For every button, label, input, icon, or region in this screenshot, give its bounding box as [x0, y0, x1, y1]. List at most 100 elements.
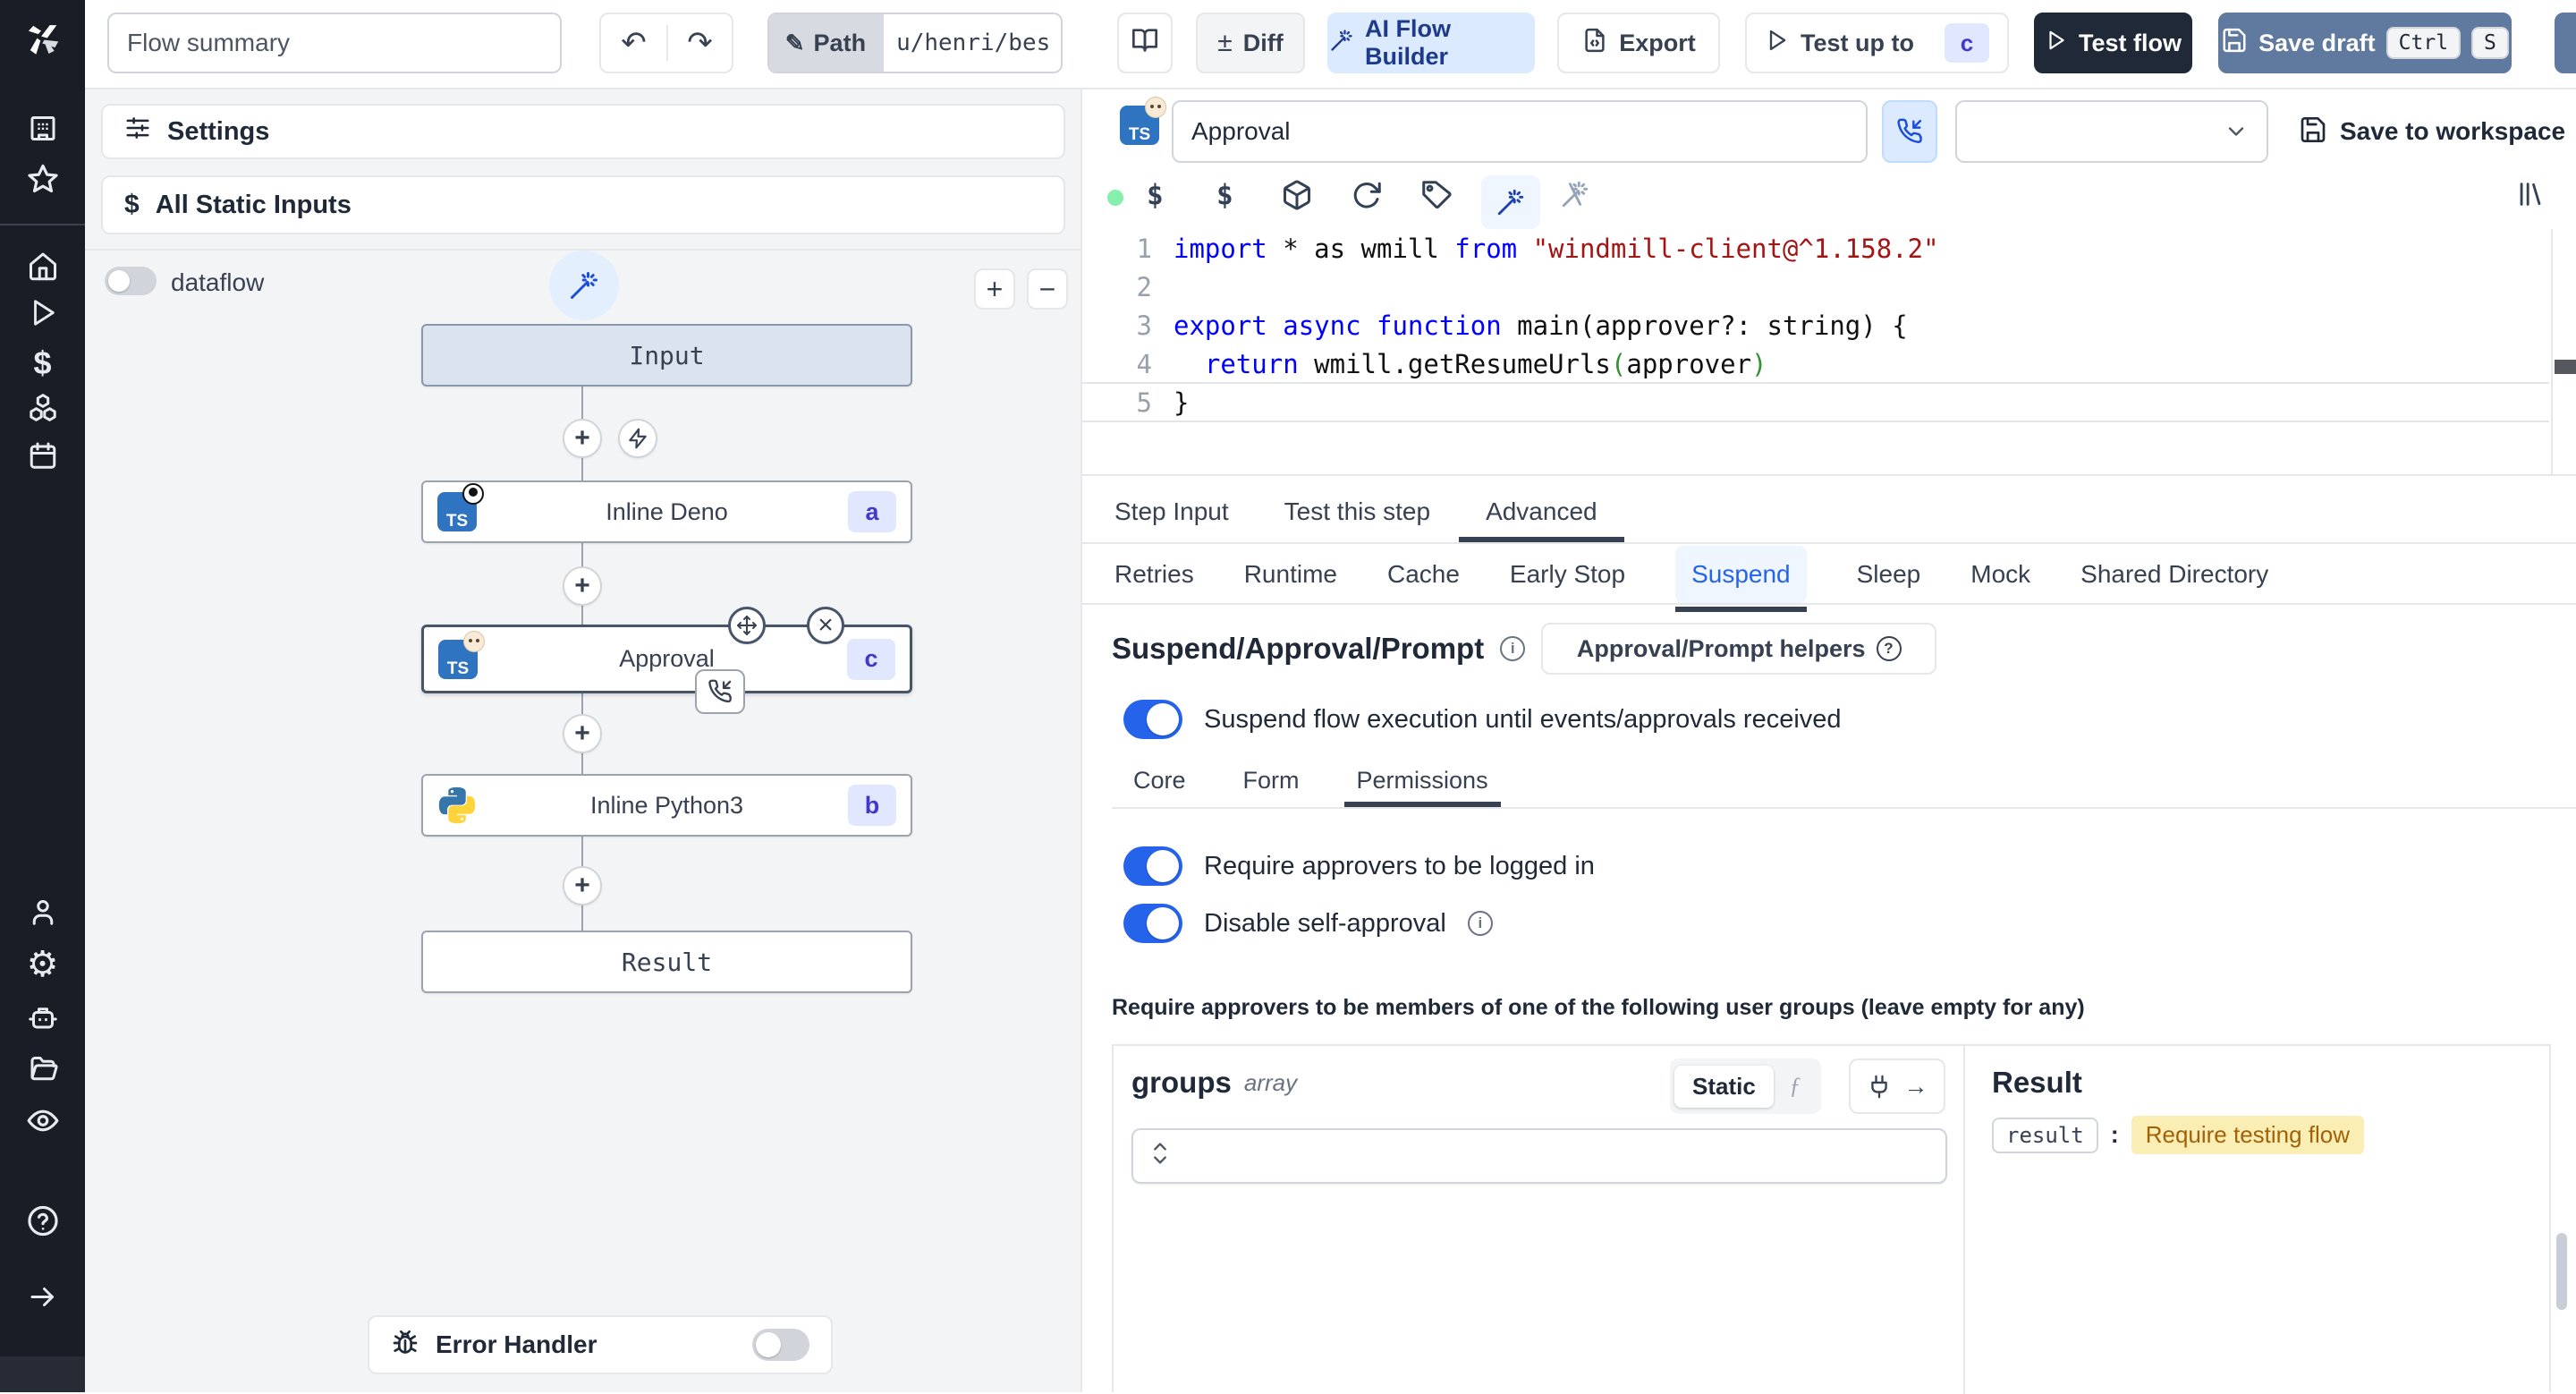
zoom-out-button[interactable]: −	[1027, 268, 1068, 310]
windmill-logo-icon[interactable]	[22, 19, 64, 64]
code-line[interactable]: export async function main(approver?: st…	[1174, 306, 2549, 344]
tab-retries[interactable]: Retries	[1114, 546, 1194, 603]
workers-robot-icon[interactable]	[27, 1002, 59, 1039]
suspend-flow-toggle[interactable]	[1123, 700, 1182, 739]
subtab-core[interactable]: Core	[1133, 753, 1186, 807]
test-flow-button[interactable]: Test flow	[2034, 13, 2192, 73]
tag-icon[interactable]	[1420, 179, 1453, 216]
error-handler-label: Error Handler	[436, 1330, 597, 1358]
settings-gear-icon[interactable]: ⚙	[27, 944, 59, 985]
static-segment[interactable]: Static	[1674, 1065, 1774, 1108]
ai-assist-wand-button[interactable]	[1481, 175, 1540, 229]
groups-result-panel: groups array Static ƒ → Result result : …	[1112, 1044, 2551, 1394]
ai-wand-fab[interactable]	[549, 251, 619, 320]
error-handler-bar[interactable]: Error Handler	[368, 1315, 833, 1374]
approval-prompt-helpers-button[interactable]: Approval/Prompt helpers ?	[1541, 623, 1937, 675]
favorites-star-icon[interactable]	[26, 163, 60, 201]
flow-node-result[interactable]: Result	[421, 931, 912, 993]
package-icon[interactable]	[1281, 179, 1313, 216]
flow-summary-input[interactable]: Flow summary	[107, 13, 562, 73]
tab-suspend[interactable]: Suspend	[1675, 546, 1807, 612]
ai-fix-wand-icon[interactable]	[1560, 179, 1590, 214]
zoom-in-button[interactable]: +	[974, 268, 1015, 310]
tab-sleep[interactable]: Sleep	[1857, 546, 1921, 603]
suspend-subtabs: Core Form Permissions	[1112, 753, 2576, 809]
editor-scrollbar-thumb[interactable]	[2555, 360, 2576, 374]
suspend-phone-button[interactable]	[1882, 100, 1937, 163]
code-editor[interactable]: 12345 import * as wmill from "windmill-c…	[1082, 229, 2576, 474]
result-key-chip[interactable]: result	[1992, 1117, 2098, 1153]
library-icon[interactable]	[2515, 179, 2546, 214]
plug-connect-button[interactable]: →	[1849, 1058, 1945, 1114]
dataflow-toggle[interactable]	[105, 267, 157, 295]
add-step-button[interactable]: +	[563, 419, 602, 458]
code-line[interactable]: import * as wmill from "windmill-client@…	[1174, 229, 2549, 268]
export-button[interactable]: Export	[1557, 13, 1720, 73]
tab-early-stop[interactable]: Early Stop	[1510, 546, 1625, 603]
info-icon[interactable]: i	[1500, 636, 1526, 661]
folders-icon[interactable]	[27, 1053, 59, 1090]
tab-advanced[interactable]: Advanced	[1459, 481, 1624, 542]
ai-flow-builder-button[interactable]: AI Flow Builder	[1327, 13, 1535, 73]
subtab-permissions[interactable]: Permissions	[1343, 753, 1501, 807]
move-step-handle[interactable]	[728, 607, 766, 644]
tab-test-this-step[interactable]: Test this step	[1284, 481, 1430, 542]
home-icon[interactable]	[27, 251, 59, 287]
test-up-to-button[interactable]: Test up to c	[1745, 13, 2009, 73]
groups-array-input[interactable]	[1131, 1128, 1947, 1184]
save-to-workspace-button[interactable]: Save to workspace	[2299, 100, 2565, 163]
variables-dollar-icon[interactable]: $	[1216, 179, 1233, 211]
tag-select[interactable]	[1955, 100, 2268, 163]
users-person-icon[interactable]	[27, 897, 59, 933]
tab-mock[interactable]: Mock	[1970, 546, 2030, 603]
code-line[interactable]	[1174, 268, 2549, 306]
groups-note: Require approvers to be members of one o…	[1112, 995, 2085, 1020]
diff-button[interactable]: ± Diff	[1196, 13, 1305, 73]
path-button[interactable]: ✎ Path	[769, 14, 885, 72]
flow-node-inline-deno[interactable]: TS Inline Deno a	[421, 480, 912, 543]
step-name-input[interactable]: Approval	[1172, 100, 1868, 163]
require-login-toggle[interactable]	[1123, 846, 1182, 886]
undo-icon[interactable]: ↶	[601, 25, 666, 61]
schedules-calendar-icon[interactable]	[27, 440, 59, 477]
assets-dollar-icon[interactable]: $	[1147, 179, 1164, 211]
tab-shared-directory[interactable]: Shared Directory	[2080, 546, 2268, 603]
subtab-form[interactable]: Form	[1243, 753, 1300, 807]
help-icon[interactable]	[26, 1204, 60, 1243]
all-static-inputs-card[interactable]: $ All Static Inputs	[101, 175, 1065, 234]
expand-chevrons-icon[interactable]	[1151, 1140, 1169, 1173]
add-step-button[interactable]: +	[563, 866, 602, 905]
runs-play-icon[interactable]	[28, 298, 58, 333]
resources-cubes-icon[interactable]	[27, 392, 59, 429]
redo-icon[interactable]: ↷	[665, 25, 732, 61]
path-value[interactable]: u/henri/bes	[884, 30, 1061, 56]
error-handler-toggle[interactable]	[752, 1329, 809, 1361]
docs-button[interactable]	[1117, 13, 1173, 73]
tab-runtime[interactable]: Runtime	[1244, 546, 1337, 603]
trigger-bolt-button[interactable]	[618, 419, 657, 458]
code-line[interactable]: return wmill.getResumeUrls(approver)	[1174, 344, 2549, 383]
info-icon[interactable]: i	[1467, 911, 1493, 936]
collapse-arrow-icon[interactable]	[27, 1281, 59, 1318]
variables-dollar-icon[interactable]: $	[33, 344, 51, 382]
flow-node-inline-python[interactable]: Inline Python3 b	[421, 774, 912, 837]
tab-cache[interactable]: Cache	[1387, 546, 1460, 603]
result-value-highlight[interactable]: Require testing flow	[2131, 1116, 2365, 1154]
editor-scrollbar[interactable]	[2551, 229, 2576, 474]
reload-icon[interactable]	[1351, 179, 1383, 216]
disable-self-approval-toggle[interactable]	[1123, 904, 1182, 943]
add-step-button[interactable]: +	[563, 714, 602, 753]
save-draft-button[interactable]: Save draft Ctrl S	[2218, 13, 2512, 73]
workspace-building-icon[interactable]	[27, 113, 59, 149]
flow-settings-card[interactable]: Settings	[101, 104, 1065, 159]
flow-node-input[interactable]: Input	[421, 324, 912, 387]
approval-phone-badge[interactable]	[695, 669, 745, 714]
tab-step-input[interactable]: Step Input	[1114, 481, 1229, 542]
add-step-button[interactable]: +	[563, 566, 602, 606]
audit-eye-icon[interactable]	[26, 1104, 60, 1143]
content-scrollbar-thumb[interactable]	[2556, 1233, 2567, 1310]
path-group[interactable]: ✎ Path u/henri/bes	[767, 13, 1063, 73]
deploy-button-partial[interactable]	[2555, 13, 2576, 73]
delete-step-button[interactable]: ×	[807, 607, 844, 644]
fx-segment[interactable]: ƒ	[1774, 1073, 1817, 1100]
